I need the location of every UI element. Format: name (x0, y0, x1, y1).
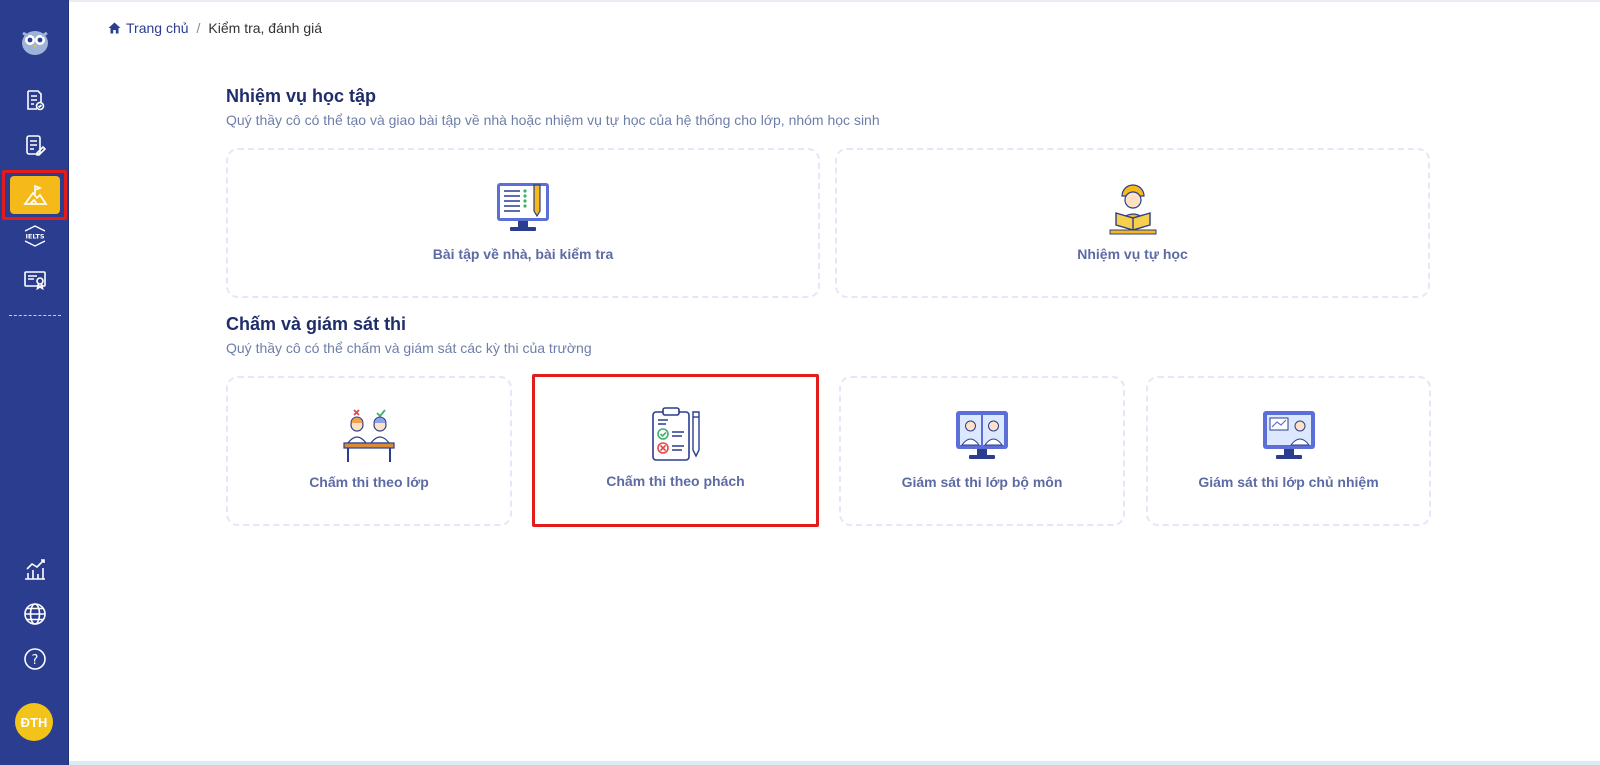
ielts-icon[interactable]: IELTS (13, 218, 57, 254)
clipboard-grading-icon (647, 405, 705, 465)
breadcrumb-home[interactable]: Trang chủ (108, 20, 189, 36)
section-title-grading: Chấm và giám sát thi (226, 314, 407, 334)
section-subtitle-grading: Quý thầy cô có thể chấm và giám sát các … (226, 340, 592, 356)
card-label: Bài tập về nhà, bài kiểm tra (432, 246, 614, 262)
card-label: Nhiệm vụ tự học (1077, 246, 1188, 262)
card-label: Giám sát thi lớp chủ nhiệm (1198, 474, 1379, 490)
card-monitor-subject-class[interactable]: Giám sát thi lớp bộ môn (839, 376, 1125, 526)
bottom-divider (69, 761, 1600, 765)
svg-text:?: ? (32, 653, 39, 668)
help-icon[interactable]: ? (13, 641, 57, 677)
breadcrumb-separator: / (196, 20, 201, 36)
card-label: Giám sát thi lớp bộ môn (901, 474, 1063, 490)
logo-owl-icon[interactable] (16, 22, 54, 60)
section-title-tasks: Nhiệm vụ học tập (226, 86, 377, 106)
top-divider (69, 0, 1600, 2)
breadcrumb: Trang chủ / Kiểm tra, đánh giá (108, 18, 322, 38)
student-reading-icon (1104, 178, 1162, 238)
card-label: Chấm thi theo lớp (309, 474, 429, 490)
exam-list-icon[interactable] (13, 82, 57, 118)
card-grade-by-class[interactable]: Chấm thi theo lớp (226, 376, 512, 526)
card-monitor-homeroom-class[interactable]: Giám sát thi lớp chủ nhiệm (1146, 376, 1431, 526)
section-subtitle-tasks: Quý thầy cô có thể tạo và giao bài tập v… (226, 112, 880, 128)
chart-icon[interactable] (13, 551, 57, 587)
monitor-students-icon (953, 406, 1011, 466)
card-homework[interactable]: Bài tập về nhà, bài kiểm tra (226, 148, 820, 298)
students-desk-icon (340, 406, 398, 466)
svg-text:IELTS: IELTS (25, 233, 44, 241)
home-icon (108, 22, 121, 34)
avatar[interactable]: ĐTH (15, 703, 53, 741)
globe-icon[interactable] (13, 596, 57, 632)
card-label: Chấm thi theo phách (606, 473, 745, 489)
sidebar-active-highlight (2, 170, 67, 220)
certificate-icon[interactable] (13, 262, 57, 298)
card-self-study[interactable]: Nhiệm vụ tự học (835, 148, 1430, 298)
sidebar: IELTS ? ĐTH (0, 0, 69, 765)
monitor-teacher-icon (1260, 406, 1318, 466)
document-edit-icon[interactable] (13, 127, 57, 163)
mountain-flag-icon[interactable] (10, 176, 60, 214)
card-grade-by-code[interactable]: Chấm thi theo phách (532, 374, 819, 527)
breadcrumb-home-label[interactable]: Trang chủ (126, 20, 189, 36)
sidebar-divider (9, 315, 61, 316)
monitor-checklist-icon (494, 178, 552, 238)
breadcrumb-current: Kiểm tra, đánh giá (208, 20, 323, 36)
